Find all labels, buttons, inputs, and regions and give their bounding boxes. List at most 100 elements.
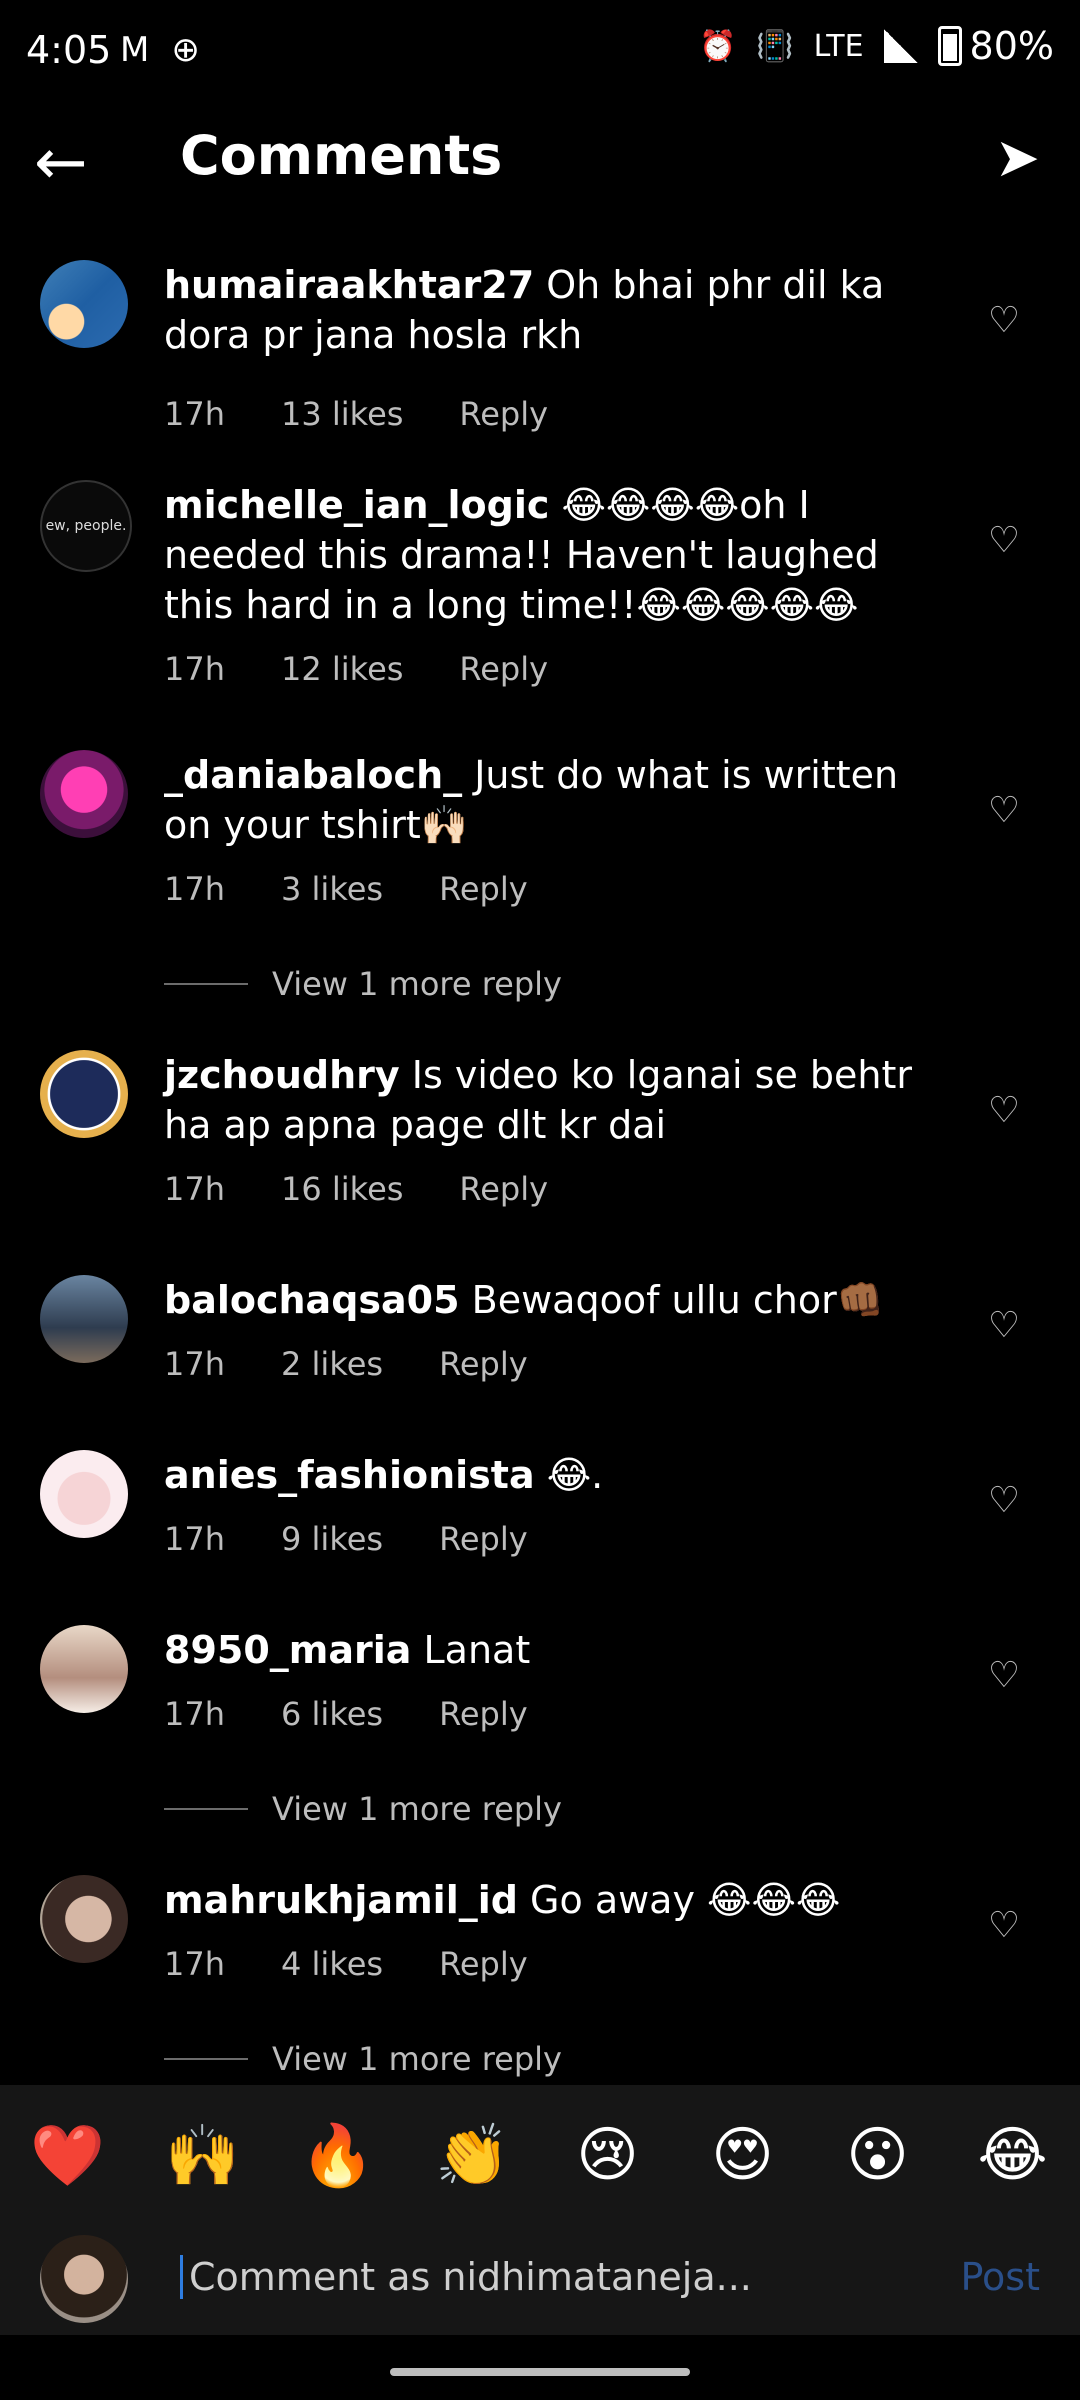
heart-icon[interactable]: ♡ xyxy=(984,790,1024,831)
comment-username[interactable]: balochaqsa05 xyxy=(164,1278,460,1322)
comment-body: Bewaqoof ullu chor👊🏾 xyxy=(471,1278,885,1322)
heart-icon[interactable]: ♡ xyxy=(984,1905,1024,1946)
comment-meta: 17h 3 likes Reply xyxy=(164,870,528,908)
comment-username[interactable]: anies_fashionista xyxy=(164,1453,535,1497)
reaction-surprised-icon[interactable]: 😮 xyxy=(810,2120,945,2190)
comment-meta: 17h 12 likes Reply xyxy=(164,650,548,688)
avatar-text: ew, people. xyxy=(45,518,127,534)
avatar[interactable] xyxy=(40,260,128,348)
comment-meta: 17h 13 likes Reply xyxy=(164,395,548,433)
heart-icon[interactable]: ♡ xyxy=(984,1655,1024,1696)
reaction-fire-icon[interactable]: 🔥 xyxy=(270,2120,405,2191)
comment-text: michelle_ian_logic 😂😂😂😂oh I needed this … xyxy=(164,480,944,630)
app-icon: ⊕ xyxy=(171,30,200,70)
signal-4g-icon xyxy=(883,29,918,63)
battery-percentage: 80% xyxy=(969,24,1054,68)
reply-button[interactable]: Reply xyxy=(459,650,548,688)
comment-time: 17h xyxy=(164,1945,225,1983)
comment-meta: 17h 16 likes Reply xyxy=(164,1170,548,1208)
status-bar: 4:05 M ⊕ ⏰ 📳 LTE 80% xyxy=(0,0,1080,110)
comment-text: _daniabaloch_ Just do what is written on… xyxy=(164,750,944,850)
avatar[interactable] xyxy=(40,1625,128,1713)
comment-likes[interactable]: 13 likes xyxy=(281,395,403,433)
heart-icon[interactable]: ♡ xyxy=(984,300,1024,341)
comment-likes[interactable]: 2 likes xyxy=(281,1345,383,1383)
status-right: ⏰ 📳 LTE 80% xyxy=(699,24,1054,68)
heart-icon[interactable]: ♡ xyxy=(984,1090,1024,1131)
reply-button[interactable]: Reply xyxy=(439,1520,528,1558)
reaction-heart-eyes-icon[interactable]: 😍 xyxy=(675,2120,810,2190)
comment-username[interactable]: michelle_ian_logic xyxy=(164,483,549,527)
comment-username[interactable]: jzchoudhry xyxy=(164,1053,400,1097)
comment-text: humairaakhtar27 Oh bhai phr dil ka dora … xyxy=(164,260,944,360)
avatar[interactable] xyxy=(40,1275,128,1363)
avatar[interactable] xyxy=(40,1875,128,1963)
comment-time: 17h xyxy=(164,650,225,688)
reaction-heart-icon[interactable]: ❤️ xyxy=(0,2120,135,2191)
reply-button[interactable]: Reply xyxy=(439,870,528,908)
comment-input-placeholder[interactable]: Comment as nidhimataneja... xyxy=(189,2255,752,2299)
text-caret xyxy=(180,2255,183,2299)
comment-likes[interactable]: 9 likes xyxy=(281,1520,383,1558)
reaction-raised-hands-icon[interactable]: 🙌 xyxy=(135,2120,270,2191)
avatar[interactable] xyxy=(40,1450,128,1538)
view-more-text[interactable]: View 1 more reply xyxy=(272,1790,562,1828)
avatar[interactable] xyxy=(40,750,128,838)
gmail-icon: M xyxy=(120,30,150,70)
comment-text: jzchoudhry Is video ko lganai se behtr h… xyxy=(164,1050,944,1150)
view-more-replies[interactable]: View 1 more reply xyxy=(164,1790,562,1828)
avatar xyxy=(40,2235,128,2323)
comments-header: ← Comments ➤ xyxy=(0,110,1080,220)
battery-icon xyxy=(937,26,962,66)
comment-username[interactable]: mahrukhjamil_id xyxy=(164,1878,518,1922)
comment-likes[interactable]: 16 likes xyxy=(281,1170,403,1208)
comment-meta: 17h 4 likes Reply xyxy=(164,1945,528,1983)
comment-body: Lanat xyxy=(423,1628,531,1672)
post-button[interactable]: Post xyxy=(960,2255,1040,2299)
paper-plane-icon[interactable]: ➤ xyxy=(995,126,1040,189)
reply-button[interactable]: Reply xyxy=(459,395,548,433)
arrow-left-icon[interactable]: ← xyxy=(34,128,104,198)
comment-text: anies_fashionista 😂. xyxy=(164,1450,944,1500)
comment-time: 17h xyxy=(164,1695,225,1733)
comment-username[interactable]: 8950_maria xyxy=(164,1628,411,1672)
comment-meta: 17h 9 likes Reply xyxy=(164,1520,528,1558)
home-indicator[interactable] xyxy=(390,2368,690,2376)
comment-meta: 17h 6 likes Reply xyxy=(164,1695,528,1733)
comment-username[interactable]: humairaakhtar27 xyxy=(164,263,534,307)
view-more-line xyxy=(164,2058,248,2060)
comment-input[interactable]: Comment as nidhimataneja... xyxy=(180,2255,752,2299)
comment-time: 17h xyxy=(164,1170,225,1208)
reaction-clap-icon[interactable]: 👏 xyxy=(405,2120,540,2191)
view-more-replies[interactable]: View 1 more reply xyxy=(164,2040,562,2078)
reaction-laugh-icon[interactable]: 😂 xyxy=(945,2120,1080,2190)
avatar[interactable]: ew, people. xyxy=(40,480,132,572)
comments-list: humairaakhtar27 Oh bhai phr dil ka dora … xyxy=(0,240,1080,2080)
reply-button[interactable]: Reply xyxy=(439,1695,528,1733)
comment-likes[interactable]: 3 likes xyxy=(281,870,383,908)
reply-button[interactable]: Reply xyxy=(439,1345,528,1383)
comment-username[interactable]: _daniabaloch_ xyxy=(164,753,462,797)
view-more-text[interactable]: View 1 more reply xyxy=(272,2040,562,2078)
battery: 80% xyxy=(937,24,1054,68)
heart-icon[interactable]: ♡ xyxy=(984,520,1024,561)
reaction-sad-icon[interactable]: 😢 xyxy=(540,2120,675,2190)
reply-button[interactable]: Reply xyxy=(439,1945,528,1983)
reply-button[interactable]: Reply xyxy=(459,1170,548,1208)
heart-icon[interactable]: ♡ xyxy=(984,1305,1024,1346)
comment-meta: 17h 2 likes Reply xyxy=(164,1345,528,1383)
heart-icon[interactable]: ♡ xyxy=(984,1480,1024,1521)
comment-body: Go away 😂😂😂 xyxy=(530,1878,841,1922)
status-left-icons: M ⊕ xyxy=(120,30,200,70)
view-more-replies[interactable]: View 1 more reply xyxy=(164,965,562,1003)
avatar[interactable] xyxy=(40,1050,128,1138)
comment-text: balochaqsa05 Bewaqoof ullu chor👊🏾 xyxy=(164,1275,944,1325)
comment-likes[interactable]: 12 likes xyxy=(281,650,403,688)
comment-time: 17h xyxy=(164,870,225,908)
page-title: Comments xyxy=(180,124,503,187)
comment-text: mahrukhjamil_id Go away 😂😂😂 xyxy=(164,1875,944,1925)
comment-text: 8950_maria Lanat xyxy=(164,1625,944,1675)
comment-likes[interactable]: 4 likes xyxy=(281,1945,383,1983)
comment-likes[interactable]: 6 likes xyxy=(281,1695,383,1733)
view-more-text[interactable]: View 1 more reply xyxy=(272,965,562,1003)
